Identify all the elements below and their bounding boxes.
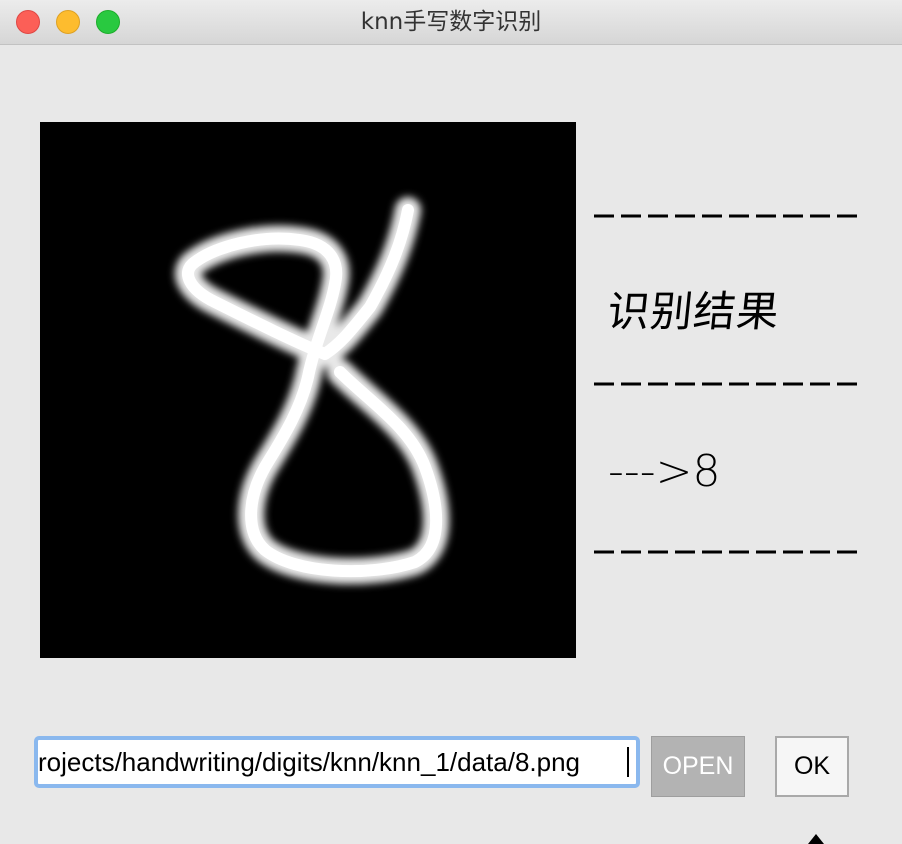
open-button[interactable]: OPEN bbox=[651, 736, 745, 797]
ok-button[interactable]: OK bbox=[775, 736, 849, 797]
window-title: knn手写数字识别 bbox=[360, 9, 542, 35]
result-label: 识别结果 bbox=[605, 287, 783, 336]
resize-handle-icon[interactable] bbox=[808, 834, 824, 844]
digit-image bbox=[40, 122, 576, 658]
separator-top bbox=[594, 214, 860, 218]
title-bar[interactable]: knn手写数字识别 bbox=[0, 0, 902, 45]
file-path-text[interactable]: rojects/handwriting/digits/knn/knn_1/dat… bbox=[38, 740, 628, 784]
file-path-value: rojects/handwriting/digits/knn/knn_1/dat… bbox=[38, 747, 581, 777]
separator-bottom bbox=[594, 550, 860, 554]
handwritten-digit-8-icon bbox=[175, 197, 450, 585]
result-value: --->8 bbox=[608, 446, 721, 497]
text-caret bbox=[627, 747, 629, 777]
separator-middle bbox=[594, 382, 860, 386]
result-panel: 识别结果 --->8 bbox=[594, 190, 864, 570]
app-window: knn手写数字识别 识别结果 --->8 rojects/handwriting… bbox=[0, 0, 902, 844]
